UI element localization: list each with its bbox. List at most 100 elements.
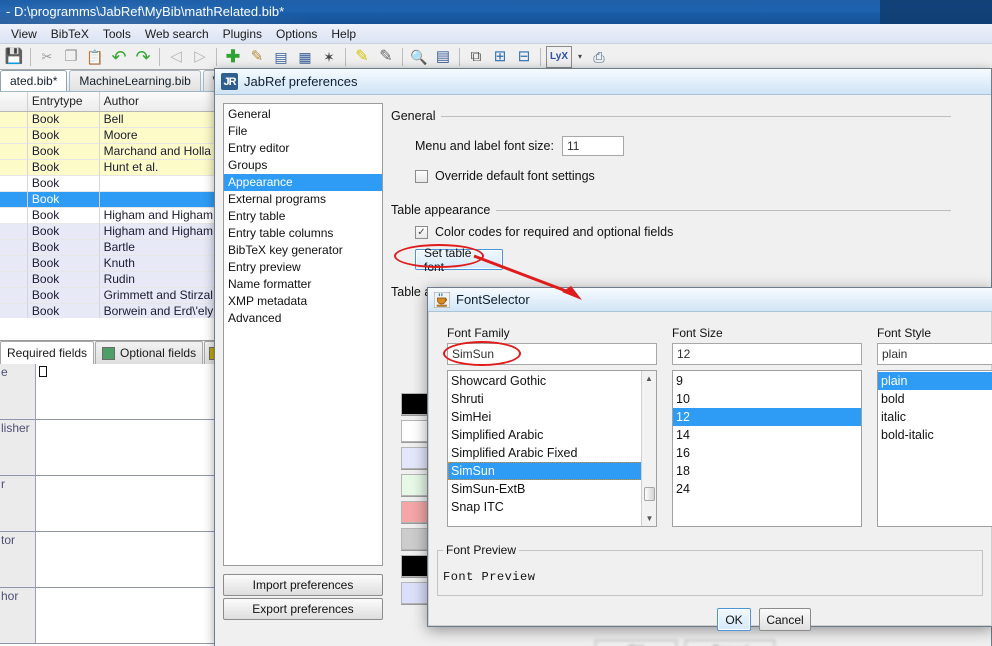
import-entry-icon[interactable]: ⊟ bbox=[513, 46, 535, 68]
table-row[interactable]: Book Rudin bbox=[0, 272, 215, 288]
column-header-blank[interactable] bbox=[0, 92, 28, 111]
font-size-option[interactable]: 9 bbox=[673, 372, 861, 390]
table-row[interactable]: Book Knuth bbox=[0, 256, 215, 272]
mark-entry-icon[interactable]: ✎ bbox=[351, 46, 373, 68]
preferences-category-xmp-metadata[interactable]: XMP metadata bbox=[224, 293, 382, 310]
override-font-settings-checkbox[interactable] bbox=[415, 169, 428, 183]
field-value-publisher[interactable] bbox=[36, 420, 216, 476]
cut-icon[interactable]: ✂ bbox=[36, 46, 58, 68]
entry-preview-icon[interactable]: ▤ bbox=[270, 46, 292, 68]
field-value-year[interactable] bbox=[36, 476, 216, 532]
table-row[interactable]: Book Marchand and Holla bbox=[0, 144, 215, 160]
column-header-author[interactable]: Author bbox=[100, 92, 215, 111]
preferences-category-entry-table[interactable]: Entry table bbox=[224, 208, 382, 225]
undo-icon[interactable]: ↶ bbox=[108, 46, 130, 68]
redo-icon[interactable]: ↷ bbox=[132, 46, 154, 68]
new-entry-icon[interactable]: ✚ bbox=[222, 46, 244, 68]
font-style-option[interactable]: italic bbox=[878, 408, 992, 426]
paste-icon[interactable]: 📋 bbox=[84, 46, 106, 68]
table-row[interactable]: Book Hunt et al. bbox=[0, 160, 215, 176]
duplicate-icon[interactable]: ⧉ bbox=[465, 46, 487, 68]
export-preferences-button[interactable]: Export preferences bbox=[223, 598, 383, 620]
entry-table-icon[interactable]: ▦ bbox=[294, 46, 316, 68]
lyx-icon[interactable]: LyX bbox=[546, 45, 572, 68]
menu-item-options[interactable]: Options bbox=[269, 25, 324, 43]
preferences-category-file[interactable]: File bbox=[224, 123, 382, 140]
unmark-entry-icon[interactable]: ✎ bbox=[375, 46, 397, 68]
table-row[interactable]: Book Moore bbox=[0, 128, 215, 144]
table-row[interactable]: Book Borwein and Erd\'ely bbox=[0, 304, 215, 318]
font-size-input[interactable]: 12 bbox=[672, 343, 862, 365]
table-row[interactable]: Book Bartle bbox=[0, 240, 215, 256]
font-size-option[interactable]: 14 bbox=[673, 426, 861, 444]
copy-icon[interactable]: ❐ bbox=[60, 46, 82, 68]
scroll-up-arrow-icon[interactable]: ▲ bbox=[642, 371, 656, 386]
column-header-entrytype[interactable]: Entrytype bbox=[28, 92, 100, 111]
menu-item-view[interactable]: View bbox=[4, 25, 44, 43]
preferences-category-entry-preview[interactable]: Entry preview bbox=[224, 259, 382, 276]
font-size-option[interactable]: 16 bbox=[673, 444, 861, 462]
font-size-option[interactable]: 24 bbox=[673, 480, 861, 498]
font-family-option[interactable]: Snap ITC bbox=[448, 498, 656, 516]
menu-item-plugins[interactable]: Plugins bbox=[216, 25, 269, 43]
preferences-category-name-formatter[interactable]: Name formatter bbox=[224, 276, 382, 293]
menu-item-tools[interactable]: Tools bbox=[96, 25, 138, 43]
table-row[interactable]: Book bbox=[0, 192, 215, 208]
push-to-app-icon[interactable]: ⎙ bbox=[588, 46, 610, 68]
font-size-option[interactable]: 18 bbox=[673, 462, 861, 480]
scrollbar-thumb[interactable] bbox=[644, 487, 655, 501]
font-family-option[interactable]: Shruti bbox=[448, 390, 656, 408]
tab-required-fields[interactable]: Required fields bbox=[0, 341, 95, 364]
font-family-option[interactable]: Simplified Arabic bbox=[448, 426, 656, 444]
font-size-option[interactable]: 10 bbox=[673, 390, 861, 408]
font-family-option[interactable]: SimSun bbox=[448, 462, 656, 480]
auto-generate-icon[interactable]: ✶ bbox=[318, 46, 340, 68]
font-selector-cancel-button[interactable]: Cancel bbox=[759, 608, 811, 631]
forward-icon[interactable]: ▷ bbox=[189, 46, 211, 68]
dropdown-icon[interactable]: ▾ bbox=[574, 46, 586, 68]
preferences-ok-button[interactable]: OK bbox=[595, 640, 677, 646]
font-size-option[interactable]: 12 bbox=[673, 408, 861, 426]
tab-optional-fields[interactable]: Optional fields bbox=[95, 341, 204, 364]
color-codes-row[interactable]: ✓ Color codes for required and optional … bbox=[415, 225, 673, 239]
field-value-editor[interactable] bbox=[36, 532, 216, 588]
font-family-option[interactable]: SimSun-ExtB bbox=[448, 480, 656, 498]
new-bibtex-entry-icon[interactable]: ⊞ bbox=[489, 46, 511, 68]
preferences-category-bibtex-key-generator[interactable]: BibTeX key generator bbox=[224, 242, 382, 259]
menu-item-help[interactable]: Help bbox=[324, 25, 363, 43]
file-tab-mathrelated[interactable]: ated.bib* bbox=[0, 70, 68, 91]
preferences-cancel-button[interactable]: Cancel bbox=[685, 640, 775, 646]
font-family-scrollbar[interactable]: ▲ ▼ bbox=[641, 371, 656, 526]
menu-font-size-input[interactable]: 11 bbox=[561, 136, 624, 156]
save-icon[interactable]: 💾 bbox=[3, 46, 25, 68]
table-row[interactable]: Book bbox=[0, 176, 215, 192]
font-size-list[interactable]: 9 10 12 14 16 18 24 bbox=[672, 370, 862, 527]
font-family-option[interactable]: SimHei bbox=[448, 408, 656, 426]
table-row[interactable]: Book Bell bbox=[0, 112, 215, 128]
toggle-preview-icon[interactable]: ▤ bbox=[432, 46, 454, 68]
font-selector-ok-button[interactable]: OK bbox=[717, 608, 751, 631]
scroll-down-arrow-icon[interactable]: ▼ bbox=[642, 511, 656, 526]
font-style-option[interactable]: bold-italic bbox=[878, 426, 992, 444]
font-family-option[interactable]: Simplified Arabic Fixed bbox=[448, 444, 656, 462]
edit-entry-icon[interactable]: ✎ bbox=[246, 46, 268, 68]
font-style-option[interactable]: plain bbox=[878, 372, 992, 390]
preferences-category-entry-editor[interactable]: Entry editor bbox=[224, 140, 382, 157]
font-family-option[interactable]: Showcard Gothic bbox=[448, 372, 656, 390]
preferences-category-entry-table-columns[interactable]: Entry table columns bbox=[224, 225, 382, 242]
search-icon[interactable]: 🔍 bbox=[408, 46, 430, 68]
color-codes-checkbox[interactable]: ✓ bbox=[415, 225, 428, 239]
field-value-title[interactable] bbox=[36, 364, 216, 420]
table-row[interactable]: Book Higham and Higham bbox=[0, 224, 215, 240]
menu-item-web-search[interactable]: Web search bbox=[138, 25, 216, 43]
override-font-settings-row[interactable]: Override default font settings bbox=[415, 169, 595, 183]
preferences-category-general[interactable]: General bbox=[224, 106, 382, 123]
table-row[interactable]: Book Grimmett and Stirzal bbox=[0, 288, 215, 304]
font-style-list[interactable]: plain bold italic bold-italic bbox=[877, 370, 992, 527]
menu-item-bibtex[interactable]: BibTeX bbox=[44, 25, 96, 43]
font-style-input[interactable]: plain bbox=[877, 343, 992, 365]
preferences-category-external-programs[interactable]: External programs bbox=[224, 191, 382, 208]
table-row[interactable]: Book Higham and Higham bbox=[0, 208, 215, 224]
back-icon[interactable]: ◁ bbox=[165, 46, 187, 68]
import-preferences-button[interactable]: Import preferences bbox=[223, 574, 383, 596]
